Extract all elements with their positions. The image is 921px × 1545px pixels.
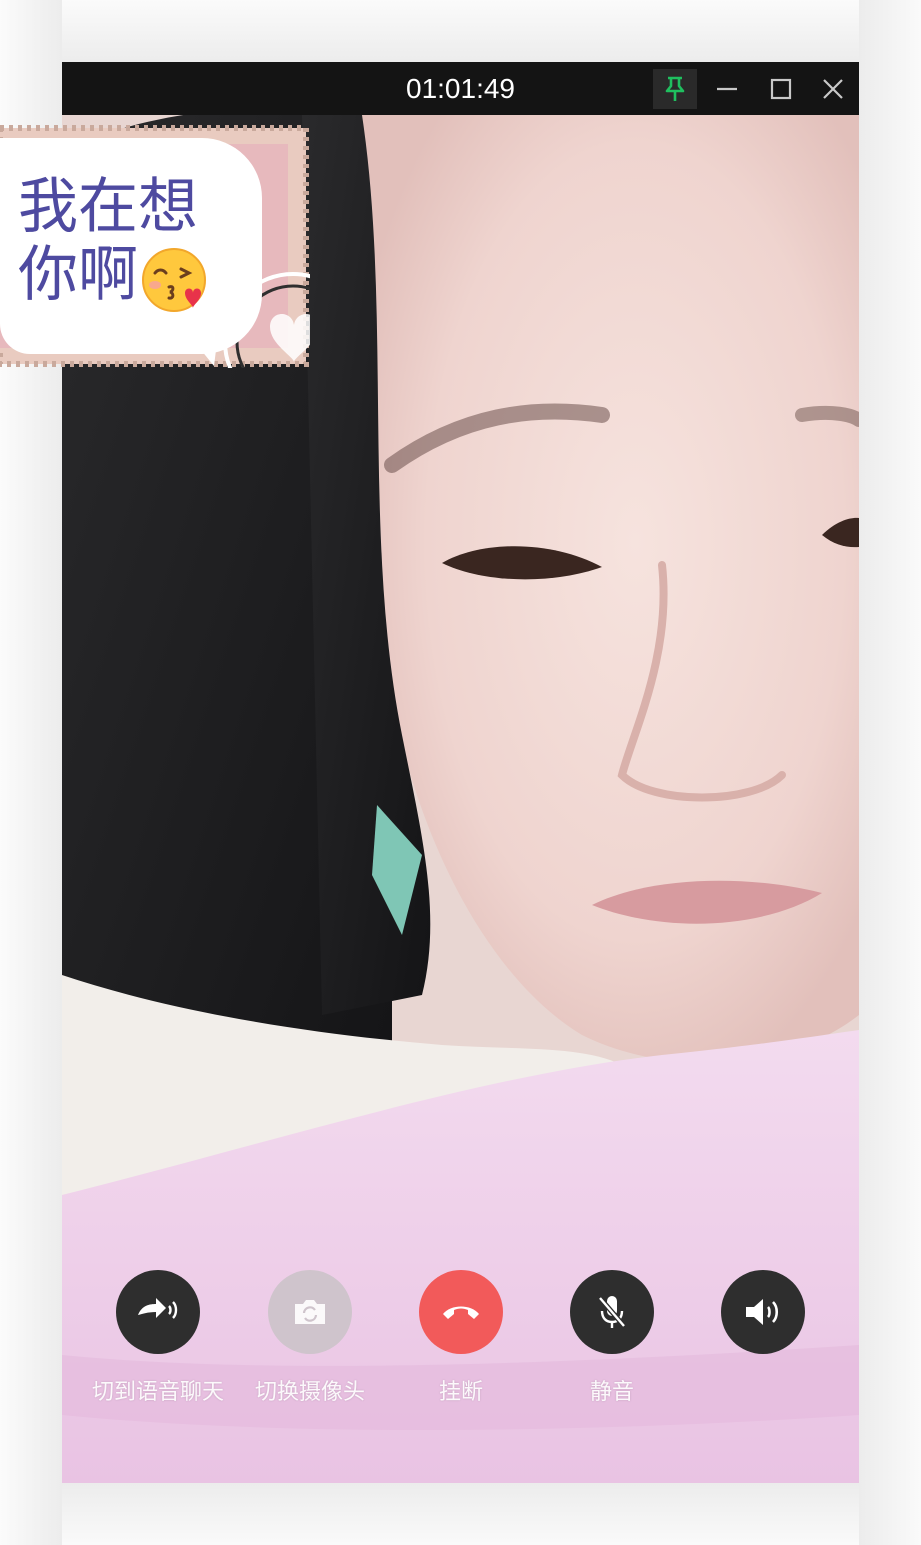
speaker-button[interactable] [721, 1270, 805, 1354]
close-button[interactable] [811, 69, 855, 109]
kissing-face-icon [142, 248, 206, 312]
hang-up-control[interactable]: 挂断 [386, 1270, 536, 1406]
maximize-icon [770, 78, 792, 100]
minimize-icon [717, 87, 737, 91]
frame-right [859, 0, 921, 1545]
call-controls: 切到语音聊天 切换摄像头 挂断 静音 [62, 1270, 859, 1410]
pin-icon [665, 76, 685, 101]
switch-to-voice-label: 切到语音聊天 [91, 1380, 224, 1405]
hang-up-icon [443, 1306, 479, 1319]
switch-camera-control[interactable]: 切换摄像头 [235, 1270, 385, 1406]
mute-label: 静音 [589, 1380, 634, 1405]
hang-up-label: 挂断 [438, 1380, 483, 1405]
switch-to-voice-control[interactable]: 切到语音聊天 [83, 1270, 233, 1406]
close-icon [823, 79, 843, 99]
camera-switch-icon [295, 1300, 325, 1324]
maximize-button[interactable] [759, 69, 803, 109]
sticker-line-1: 我在想 [18, 172, 198, 242]
mute-button[interactable] [570, 1270, 654, 1354]
title-bar[interactable]: 01:01:49 [62, 62, 859, 115]
switch-camera-label: 切换摄像头 [254, 1380, 365, 1405]
speaker-control[interactable] [688, 1270, 838, 1374]
minimize-button[interactable] [705, 69, 749, 109]
mic-mute-icon [598, 1296, 626, 1328]
bubble-tail [188, 334, 218, 366]
switch-camera-button[interactable] [268, 1270, 352, 1354]
frame-top [0, 0, 921, 62]
frame-bottom [0, 1483, 921, 1545]
switch-to-voice-icon [138, 1298, 178, 1319]
mute-control[interactable]: 静音 [537, 1270, 687, 1406]
switch-to-voice-button[interactable] [116, 1270, 200, 1354]
hang-up-button[interactable] [419, 1270, 503, 1354]
sticker-message: 我在想 你啊 [18, 173, 258, 309]
sticker-line-2: 你啊 [18, 240, 138, 310]
speaker-icon [746, 1299, 779, 1325]
pin-button[interactable] [653, 69, 697, 109]
